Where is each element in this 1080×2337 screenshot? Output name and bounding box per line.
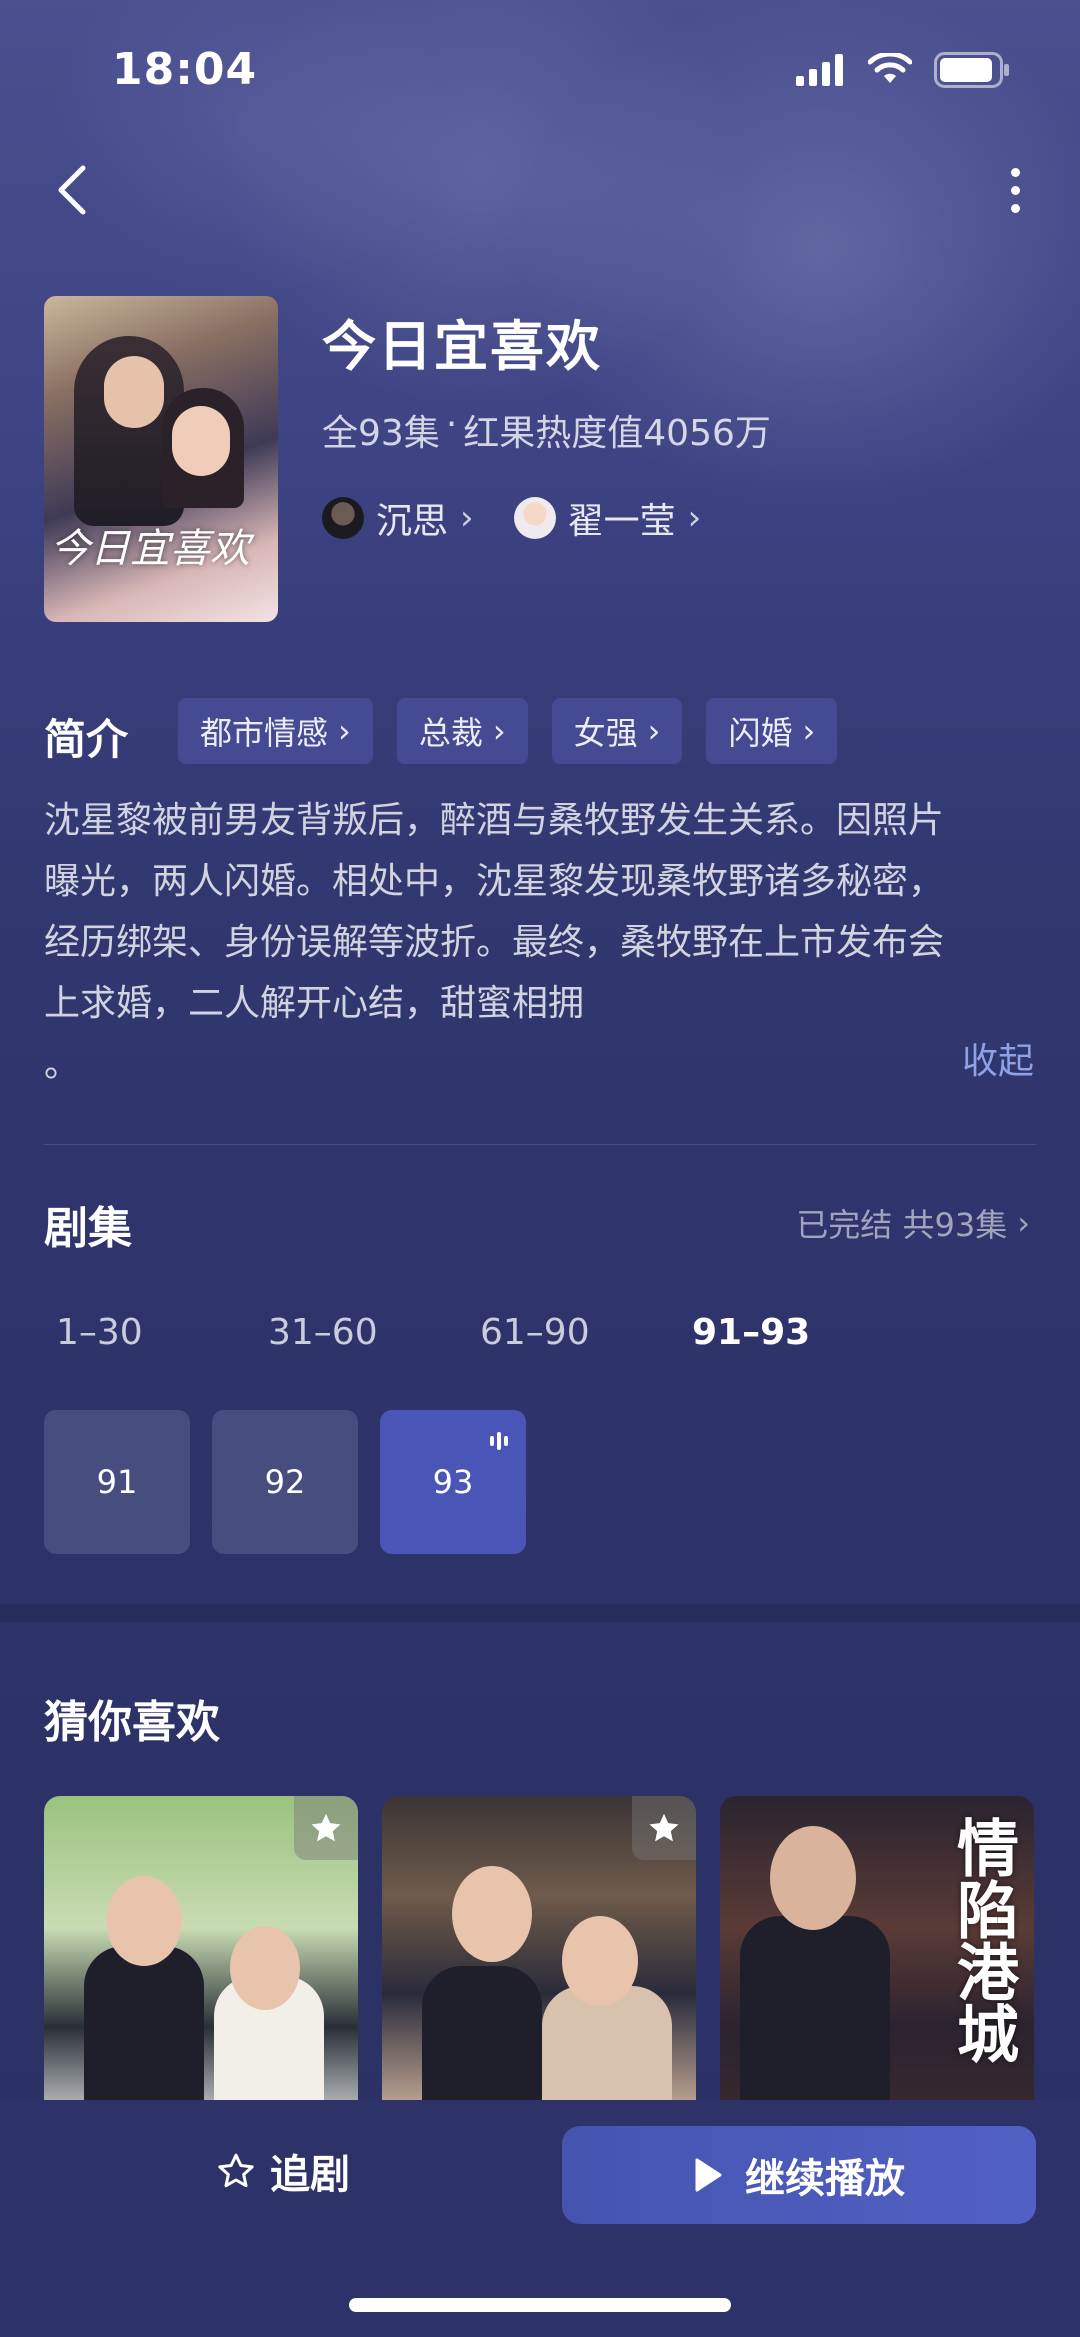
episode-number: 93 <box>432 1463 474 1501</box>
card-face <box>452 1866 532 1962</box>
more-dot-icon <box>1010 185 1020 195</box>
recommend-row: 情陷港城 <box>44 1796 1034 2126</box>
range-tab[interactable]: 31–60 <box>256 1312 468 1353</box>
episode-range-tabs: 1–30 31–60 61–90 91–93 <box>44 1312 892 1353</box>
chevron-right-icon: › <box>1017 1204 1030 1242</box>
recommend-card[interactable] <box>382 1796 696 2126</box>
recommend-card[interactable]: 情陷港城 <box>720 1796 1034 2126</box>
episodes-status: 已完结 共93集 <box>796 1206 1008 1244</box>
drama-title: 今日宜喜欢 <box>322 315 602 378</box>
genre-tag[interactable]: 闪婚 › <box>706 698 838 764</box>
synopsis-line: 。 <box>44 1044 81 1085</box>
status-time: 18:04 <box>112 44 258 95</box>
cast-name: 翟一莹 <box>567 501 676 542</box>
wifi-icon <box>868 53 912 83</box>
range-tab-active[interactable]: 91–93 <box>680 1312 892 1353</box>
range-tab[interactable]: 1–30 <box>44 1312 256 1353</box>
battery-icon <box>934 52 1009 88</box>
favorite-star-icon[interactable] <box>294 1796 358 1860</box>
episodes-total: 全93集 <box>322 413 440 454</box>
intro-label: 简介 <box>44 715 129 764</box>
follow-button[interactable]: 追剧 <box>216 2142 350 2200</box>
cast-item[interactable]: 沉思 › <box>322 492 474 544</box>
card-title: 情陷港城 <box>946 1816 1019 2064</box>
card-face <box>562 1916 638 2006</box>
card-figure <box>84 1946 204 2126</box>
episode-button[interactable]: 92 <box>212 1410 358 1554</box>
avatar <box>513 497 556 539</box>
episode-grid: 91 92 93 <box>44 1410 526 1554</box>
genre-tag[interactable]: 总裁 › <box>396 698 528 764</box>
episode-button-playing[interactable]: 93 <box>380 1410 526 1554</box>
poster-title: 今日宜喜欢 <box>50 526 250 572</box>
divider <box>44 1144 1036 1145</box>
genre-tag[interactable]: 都市情感 › <box>178 698 373 764</box>
collapse-button[interactable]: 收起 <box>962 1032 1034 1084</box>
synopsis-line: 上求婚，二人解开心结，甜蜜相拥 <box>44 983 585 1024</box>
more-dot-icon <box>1010 203 1020 213</box>
section-separator <box>0 1604 1080 1622</box>
more-options-button[interactable] <box>1000 160 1030 220</box>
synopsis-line: 曝光，两人闪婚。相处中，沈星黎发现桑牧野诸多秘密， <box>44 861 945 902</box>
recommend-card[interactable] <box>44 1796 358 2126</box>
range-tab[interactable]: 61–90 <box>468 1312 680 1353</box>
chevron-right-icon: › <box>687 498 702 538</box>
chevron-right-icon: › <box>802 712 816 750</box>
meta-separator: · <box>445 404 458 445</box>
playing-indicator-icon <box>490 1432 508 1450</box>
star-outline-icon <box>218 2153 254 2188</box>
chevron-right-icon: › <box>647 712 661 750</box>
genre-tags: 都市情感 › 总裁 › 女强 › 闪婚 › <box>178 698 838 764</box>
episode-button[interactable]: 91 <box>44 1410 190 1554</box>
chevron-right-icon: › <box>338 712 351 750</box>
episode-number: 92 <box>264 1463 306 1501</box>
card-face <box>770 1826 856 1930</box>
status-icons <box>796 52 1010 88</box>
avatar <box>322 497 364 539</box>
favorite-star-icon[interactable] <box>632 1796 696 1860</box>
back-button[interactable] <box>48 160 96 220</box>
tag-label: 都市情感 <box>200 714 329 752</box>
episodes-status-link[interactable]: 已完结 共93集 › <box>796 1200 1030 1246</box>
cast-list: 沉思 › 翟一莹 › <box>322 492 701 544</box>
poster-face <box>172 406 230 476</box>
tag-label: 女强 <box>573 714 638 752</box>
card-face <box>106 1876 182 1966</box>
poster-face <box>104 356 164 428</box>
genre-tag[interactable]: 女强 › <box>551 698 683 764</box>
play-label: 继续播放 <box>745 2156 905 2202</box>
signal-icon <box>796 54 843 86</box>
synopsis-line: 沈星黎被前男友背叛后，醉酒与桑牧野发生关系。因照片 <box>44 800 945 841</box>
cast-item[interactable]: 翟一莹 › <box>513 492 702 544</box>
drama-poster: 今日宜喜欢 <box>44 296 278 622</box>
card-figure <box>740 1916 890 2126</box>
drama-meta: 全93集 · 红果热度值4056万 <box>322 404 771 456</box>
continue-play-button[interactable]: 继续播放 <box>562 2126 1036 2224</box>
follow-label: 追剧 <box>270 2152 350 2198</box>
more-dot-icon <box>1010 167 1020 177</box>
synopsis: 沈星黎被前男友背叛后，醉酒与桑牧野发生关系。因照片 曝光，两人闪婚。相处中，沈星… <box>44 790 1036 1095</box>
recommend-title: 猜你喜欢 <box>44 1697 220 1748</box>
home-indicator <box>349 2298 731 2312</box>
tag-label: 闪婚 <box>728 714 793 752</box>
episodes-title: 剧集 <box>44 1203 132 1254</box>
chevron-left-icon <box>58 165 86 215</box>
card-face <box>230 1926 300 2010</box>
cast-name: 沉思 <box>376 501 449 542</box>
chevron-right-icon: › <box>492 712 506 750</box>
episode-number: 91 <box>96 1463 138 1501</box>
play-icon <box>695 2158 722 2192</box>
heat-value: 红果热度值4056万 <box>463 413 771 454</box>
synopsis-line: 经历绑架、身份误解等波折。最终，桑牧野在上市发布会 <box>44 922 945 963</box>
tag-label: 总裁 <box>418 714 483 752</box>
chevron-right-icon: › <box>460 498 474 538</box>
